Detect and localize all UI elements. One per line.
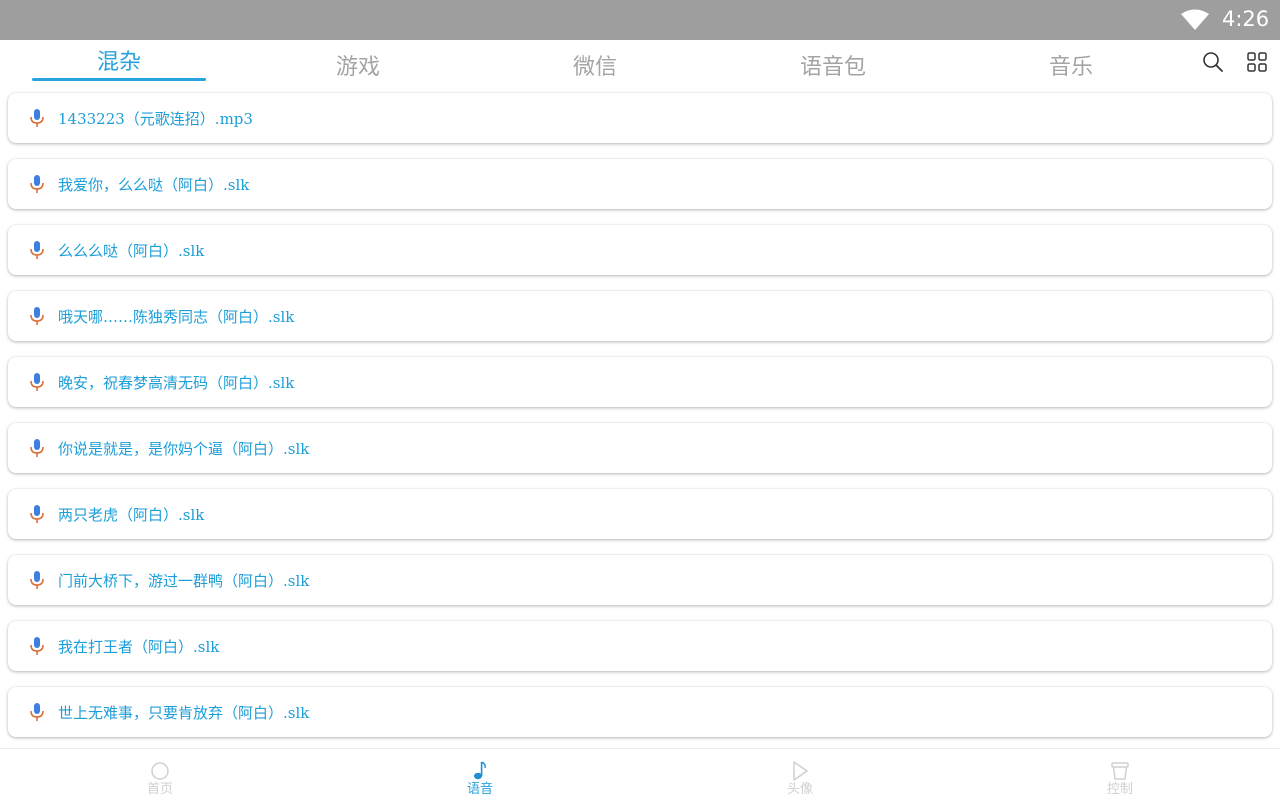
bottom-navigation: 首页 语音 头像 控制 (0, 748, 1280, 800)
mic-icon (30, 307, 44, 325)
mic-icon (30, 241, 44, 259)
mic-icon (30, 637, 44, 655)
list-item[interactable]: 么么么哒（阿白）.slk (8, 225, 1272, 275)
tab-music[interactable]: 音乐 (983, 49, 1159, 83)
wifi-icon (1181, 9, 1209, 30)
nav-home-label: 首页 (146, 782, 173, 797)
list-item-title: 晚安，祝春梦高清无码（阿白）.slk (58, 374, 295, 392)
list-item[interactable]: 门前大桥下，游过一群鸭（阿白）.slk (8, 555, 1272, 605)
tab-wechat[interactable]: 微信 (507, 49, 683, 83)
list-item[interactable]: 哦天哪……陈独秀同志（阿白）.slk (8, 291, 1272, 341)
list-item[interactable]: 1433223（元歌连招）.mp3 (8, 93, 1272, 143)
mic-icon (30, 373, 44, 391)
list-item[interactable]: 我爱你，么么哒（阿白）.slk (8, 159, 1272, 209)
list-item[interactable]: 世上无难事，只要肯放弃（阿白）.slk (8, 687, 1272, 737)
list-item[interactable]: 你说是就是，是你妈个逼（阿白）.slk (8, 423, 1272, 473)
mic-icon (30, 571, 44, 589)
list-item-title: 我在打王者（阿白）.slk (58, 638, 220, 656)
nav-avatar[interactable]: 头像 (760, 749, 840, 801)
list-item[interactable]: 晚安，祝春梦高清无码（阿白）.slk (8, 357, 1272, 407)
nav-control-label: 控制 (1106, 782, 1133, 797)
status-time: 4:26 (1222, 7, 1270, 31)
nav-voice[interactable]: 语音 (440, 749, 520, 801)
mic-icon (30, 703, 44, 721)
list-item-title: 门前大桥下，游过一群鸭（阿白）.slk (58, 572, 310, 590)
mic-icon (30, 439, 44, 457)
category-tab-bar: 混杂 游戏 微信 语音包 音乐 (0, 40, 1280, 88)
nav-voice-label: 语音 (466, 782, 493, 797)
list-item-title: 哦天哪……陈独秀同志（阿白）.slk (58, 308, 295, 326)
mic-icon (30, 109, 44, 127)
search-icon[interactable] (1202, 51, 1224, 73)
voice-list: 1433223（元歌连招）.mp3 我爱你，么么哒（阿白）.slk 么么么哒（阿… (0, 88, 1280, 748)
list-item-title: 世上无难事，只要肯放弃（阿白）.slk (58, 704, 310, 722)
list-item-title: 1433223（元歌连招）.mp3 (58, 110, 253, 128)
list-item[interactable]: 两只老虎（阿白）.slk (8, 489, 1272, 539)
tab-games[interactable]: 游戏 (270, 49, 446, 83)
list-item-title: 么么么哒（阿白）.slk (58, 242, 205, 260)
list-item-title: 两只老虎（阿白）.slk (58, 506, 205, 524)
list-item-title: 你说是就是，是你妈个逼（阿白）.slk (58, 440, 310, 458)
tab-voice-pack[interactable]: 语音包 (745, 49, 921, 83)
mic-icon (30, 505, 44, 523)
nav-control[interactable]: 控制 (1080, 749, 1160, 801)
nav-home[interactable]: 首页 (120, 749, 200, 801)
tab-mixed[interactable]: 混杂 (32, 44, 206, 81)
nav-avatar-label: 头像 (786, 782, 813, 797)
grid-icon[interactable] (1246, 51, 1268, 73)
list-item[interactable]: 我在打王者（阿白）.slk (8, 621, 1272, 671)
list-item-title: 我爱你，么么哒（阿白）.slk (58, 176, 250, 194)
mic-icon (30, 175, 44, 193)
status-bar: 4:26 (0, 0, 1280, 40)
